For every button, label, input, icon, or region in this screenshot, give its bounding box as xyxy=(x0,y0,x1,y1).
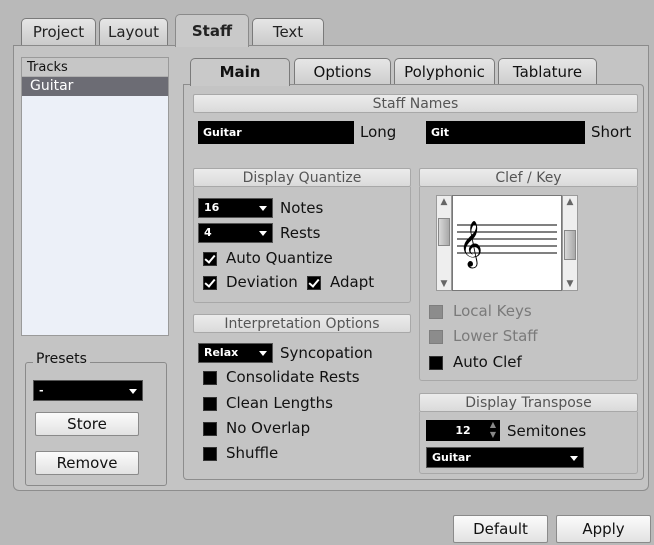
list-item[interactable]: Guitar xyxy=(22,77,168,96)
notes-label: Notes xyxy=(280,199,324,217)
rests-value: 4 xyxy=(204,226,212,239)
deviation-label: Deviation xyxy=(226,273,298,291)
presets-dropdown[interactable]: - xyxy=(33,380,143,401)
short-name-field[interactable]: Git xyxy=(426,121,585,144)
shuffle-checkbox[interactable] xyxy=(203,447,217,461)
tab-options[interactable]: Options xyxy=(294,58,391,85)
chevron-down-icon xyxy=(259,206,267,211)
remove-button[interactable]: Remove xyxy=(35,451,139,475)
tab-main[interactable]: Main xyxy=(190,58,290,86)
scroll-up-icon[interactable]: ▲ xyxy=(437,196,451,208)
tracks-header: Tracks xyxy=(22,58,168,77)
tab-layout[interactable]: Layout xyxy=(99,18,168,46)
chevron-down-icon xyxy=(570,455,578,461)
tab-project[interactable]: Project xyxy=(21,18,96,46)
chevron-down-icon xyxy=(259,231,267,236)
deviation-checkbox[interactable] xyxy=(203,276,217,290)
syncopation-dropdown[interactable]: Relax xyxy=(198,343,273,363)
tab-polyphonic[interactable]: Polyphonic xyxy=(394,58,495,85)
tab-strip-divider xyxy=(13,45,648,46)
auto-clef-checkbox[interactable] xyxy=(429,356,443,370)
tracks-list[interactable]: Tracks Guitar xyxy=(21,57,169,336)
long-label: Long xyxy=(360,123,397,141)
display-transpose-title: Display Transpose xyxy=(419,393,638,412)
consolidate-rests-label: Consolidate Rests xyxy=(226,368,360,386)
no-overlap-label: No Overlap xyxy=(226,419,311,437)
local-keys-label: Local Keys xyxy=(453,302,532,320)
tab-text[interactable]: Text xyxy=(252,18,324,46)
clef-preview: 𝄞 xyxy=(452,195,562,291)
scroll-up-icon[interactable]: ▲ xyxy=(563,196,577,208)
short-label: Short xyxy=(591,123,632,141)
lower-staff-label: Lower Staff xyxy=(453,327,538,345)
syncopation-value: Relax xyxy=(204,346,239,359)
consolidate-rests-checkbox[interactable] xyxy=(203,371,217,385)
interpretation-options-title: Interpretation Options xyxy=(193,314,411,333)
stepper-arrows-icon[interactable]: ▲ ▼ xyxy=(490,420,496,440)
svg-text:𝄞: 𝄞 xyxy=(459,221,483,269)
long-name-field[interactable]: Guitar xyxy=(198,121,354,144)
clef-scrollbar[interactable]: ▲ ▼ xyxy=(562,195,578,291)
default-button[interactable]: Default xyxy=(453,515,548,543)
transpose-instrument-dropdown[interactable]: Guitar xyxy=(426,447,584,468)
semitones-stepper[interactable]: 12 ▲ ▼ xyxy=(426,420,500,441)
scroll-down-icon[interactable]: ▼ xyxy=(437,278,451,290)
auto-clef-label: Auto Clef xyxy=(453,353,522,371)
treble-clef-icon: 𝄞 xyxy=(457,221,557,269)
semitones-label: Semitones xyxy=(507,422,587,440)
clef-scroll-thumb[interactable] xyxy=(564,230,576,260)
shuffle-label: Shuffle xyxy=(226,444,279,462)
tab-tablature[interactable]: Tablature xyxy=(498,58,597,85)
local-keys-checkbox[interactable] xyxy=(429,305,443,319)
rests-label: Rests xyxy=(280,224,321,242)
chevron-down-icon xyxy=(259,351,267,356)
auto-quantize-label: Auto Quantize xyxy=(226,249,333,267)
lower-staff-checkbox[interactable] xyxy=(429,330,443,344)
no-overlap-checkbox[interactable] xyxy=(203,422,217,436)
transpose-instrument-value: Guitar xyxy=(432,451,471,464)
syncopation-label: Syncopation xyxy=(280,344,373,362)
presets-label: Presets xyxy=(33,351,90,367)
store-button[interactable]: Store xyxy=(35,412,139,436)
apply-button[interactable]: Apply xyxy=(556,515,651,543)
rests-dropdown[interactable]: 4 xyxy=(198,223,273,243)
clean-lengths-checkbox[interactable] xyxy=(203,397,217,411)
tab-staff[interactable]: Staff xyxy=(175,14,249,47)
clean-lengths-label: Clean Lengths xyxy=(226,394,333,412)
key-scrollbar[interactable]: ▲ ▼ xyxy=(436,195,452,291)
notes-dropdown[interactable]: 16 xyxy=(198,198,273,218)
auto-quantize-checkbox[interactable] xyxy=(203,252,217,266)
clef-key-title: Clef / Key xyxy=(419,168,638,187)
notes-value: 16 xyxy=(204,201,220,214)
display-quantize-title: Display Quantize xyxy=(193,168,411,187)
staff-names-title: Staff Names xyxy=(193,94,638,113)
adapt-label: Adapt xyxy=(330,273,375,291)
chevron-down-icon xyxy=(129,388,137,394)
presets-value: - xyxy=(39,384,44,397)
adapt-checkbox[interactable] xyxy=(307,276,321,290)
key-scroll-thumb[interactable] xyxy=(438,218,450,246)
semitones-value: 12 xyxy=(455,424,471,437)
scroll-down-icon[interactable]: ▼ xyxy=(563,278,577,290)
